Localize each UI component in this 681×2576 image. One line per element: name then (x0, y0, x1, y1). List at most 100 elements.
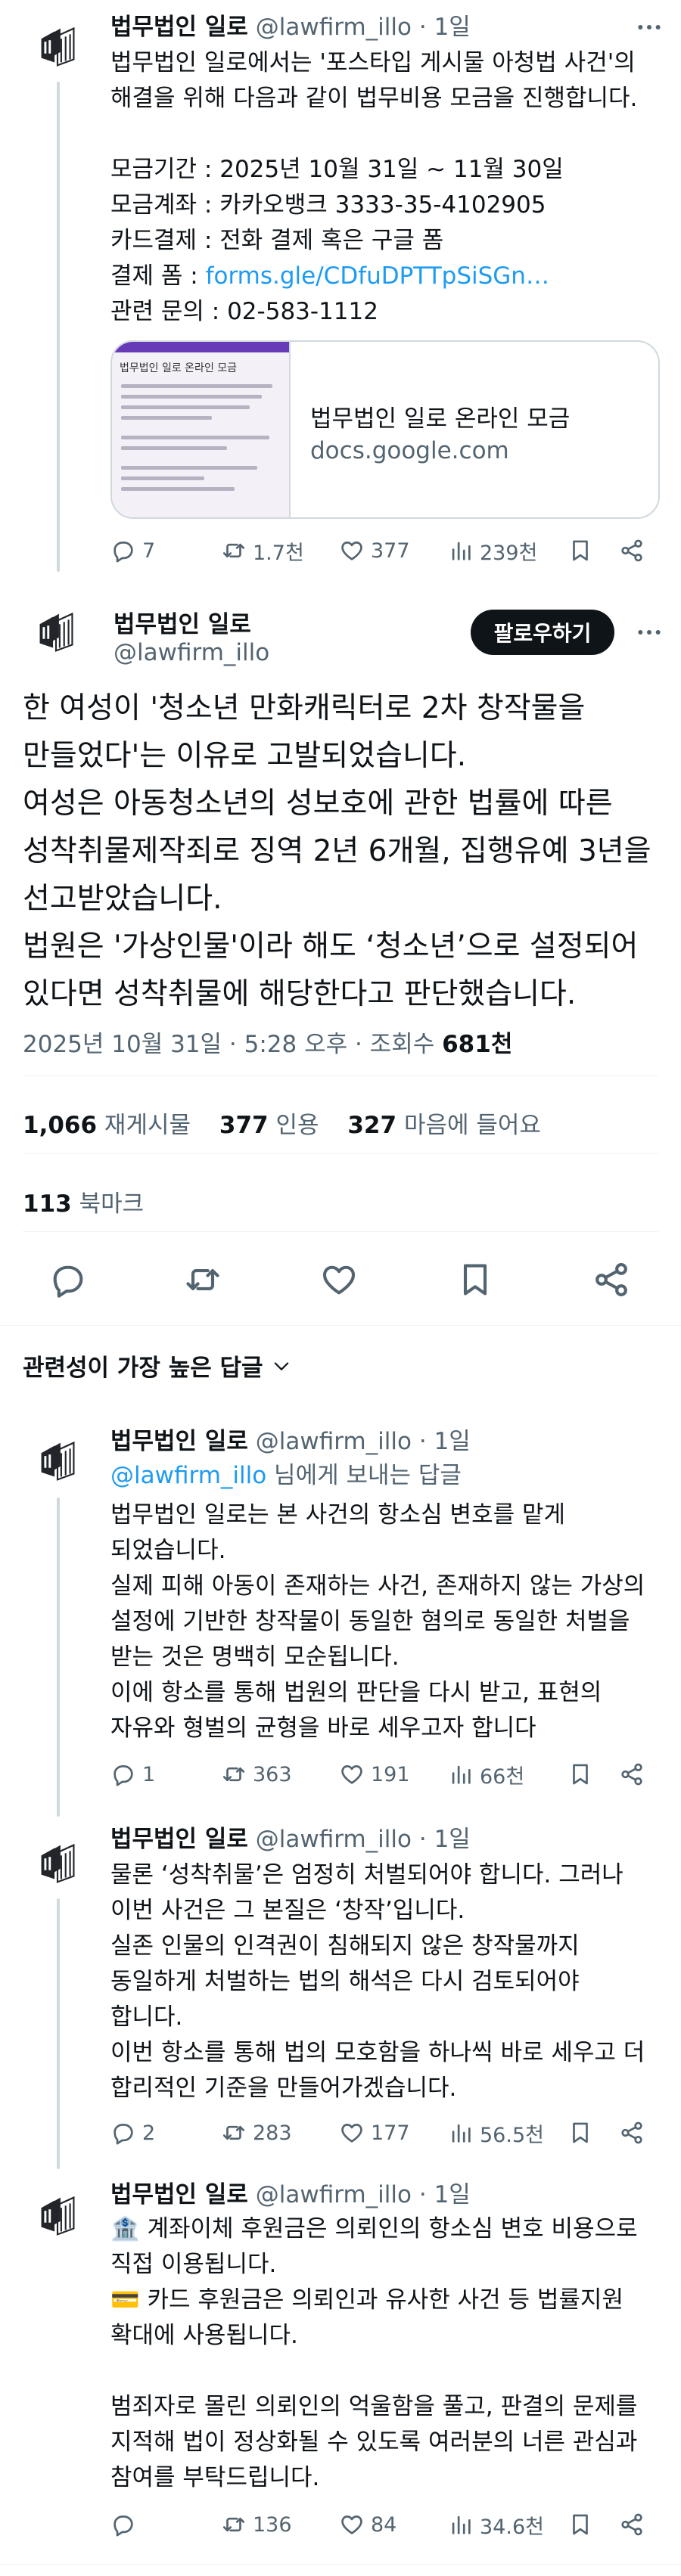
text-line: 범죄자로 몰린 의뢰인의 억울함을 풀고, 판결의 문제를 (110, 2393, 638, 2420)
share-icon (619, 1761, 645, 1787)
reply-to-suffix: 님에게 보내는 답글 (266, 1462, 462, 1489)
repost-count: 283 (253, 2121, 292, 2145)
author-handle[interactable]: @lawfirm_illo (256, 14, 412, 41)
bookmark-icon (456, 1260, 495, 1299)
timestamp-text: 2025년 10월 31일 · 5:28 오후 · 조회수 (23, 1031, 443, 1058)
tweet-timestamp[interactable]: 2025년 10월 31일 · 5:28 오후 · 조회수 681천 (23, 1025, 512, 1059)
reply-to-handle[interactable]: @lawfirm_illo (110, 1462, 266, 1489)
thumb-line (121, 487, 235, 491)
author-handle[interactable]: @lawfirm_illo (256, 1428, 412, 1455)
heart-icon (339, 538, 365, 563)
views-button[interactable]: 56.5천 (448, 2116, 544, 2149)
repost-button[interactable] (183, 1260, 222, 1299)
heart-icon (319, 1260, 359, 1299)
sort-label: 관련성이 가장 높은 답글 (23, 1355, 263, 1382)
main-action-bar (0, 1255, 681, 1304)
avatar[interactable] (26, 602, 86, 661)
share-icon (592, 1260, 631, 1299)
repost-count: 136 (253, 2512, 292, 2537)
text-line: 실존 인물의 인격권이 침해되지 않은 창작물까지 (110, 1932, 580, 1960)
share-button[interactable] (619, 534, 645, 567)
bookmark-button[interactable] (568, 534, 593, 567)
share-icon (619, 2512, 645, 2537)
tweet-text: 법무법인 일로에서는 '포스타입 게시물 아청법 사건'의 해결을 위해 다음과… (110, 45, 658, 330)
repost-count: 1.7천 (253, 541, 304, 565)
author-handle[interactable]: @lawfirm_illo (256, 2181, 412, 2208)
avatar[interactable] (28, 2186, 87, 2245)
views-button[interactable]: 34.6천 (448, 2508, 544, 2541)
follow-button[interactable]: 팔로우하기 (471, 610, 614, 655)
likes-stat[interactable]: 327 마음에 들어요 (347, 1112, 541, 1139)
repost-button[interactable]: 1.7천 (221, 534, 304, 567)
views-button[interactable]: 239천 (448, 534, 537, 567)
like-button[interactable]: 191 (339, 1758, 410, 1791)
tweet-time[interactable]: 1일 (434, 1428, 471, 1455)
author-name[interactable]: 법무법인 일로 (110, 1428, 248, 1455)
separator-dot: · (418, 1428, 427, 1455)
avatar[interactable] (28, 1431, 87, 1490)
share-button[interactable] (619, 1758, 645, 1791)
like-button[interactable]: 177 (339, 2116, 410, 2149)
speech-bubble-icon (48, 1260, 88, 1299)
like-button[interactable]: 84 (339, 2508, 396, 2541)
like-button[interactable] (319, 1260, 359, 1299)
avatar[interactable] (28, 1833, 87, 1892)
repost-button[interactable]: 136 (221, 2508, 292, 2541)
repost-button[interactable]: 363 (221, 1758, 292, 1791)
bookmark-button[interactable] (568, 2116, 593, 2149)
reply-button[interactable]: 7 (110, 534, 155, 567)
tweet-time[interactable]: 1일 (434, 1826, 471, 1853)
bookmark-button[interactable] (456, 1260, 495, 1299)
bar-chart-icon (448, 2120, 474, 2146)
author-name[interactable]: 법무법인 일로 (110, 2181, 248, 2208)
bar-chart-icon (448, 2512, 474, 2537)
author-handle[interactable]: @lawfirm_illo (114, 639, 269, 666)
text-line: 직접 이용됩니다. (110, 2251, 277, 2278)
bookmark-button[interactable] (568, 2508, 593, 2541)
author-name[interactable]: 법무법인 일로 (110, 14, 248, 41)
likes-label: 마음에 들어요 (403, 1112, 541, 1139)
reply-button[interactable] (48, 1260, 88, 1299)
reply-sort-dropdown[interactable]: 관련성이 가장 높은 답글 (23, 1349, 292, 1383)
text-line: 해결을 위해 다음과 같이 법무비용 모금을 진행합니다. (110, 85, 638, 112)
more-dots-icon[interactable] (634, 12, 664, 42)
separator-dot: · (418, 1826, 427, 1853)
reply-button[interactable] (110, 2508, 136, 2541)
action-bar: 136 84 34.6천 (110, 2508, 651, 2541)
tweet-header: 법무법인 일로 @lawfirm_illo · 1일 (110, 1823, 651, 1856)
tweet-time[interactable]: 1일 (434, 14, 471, 41)
tweet-time[interactable]: 1일 (434, 2181, 471, 2208)
reposts-stat[interactable]: 1,066 재게시물 (23, 1112, 191, 1139)
speech-bubble-icon (110, 2120, 136, 2146)
action-bar: 2 283 177 56.5천 (110, 2116, 651, 2149)
bookmark-button[interactable] (568, 1758, 593, 1791)
text-line: 실제 피해 아동이 존재하는 사건, 존재하지 않는 가상의 (110, 1572, 645, 1600)
share-button[interactable] (619, 2508, 645, 2541)
more-dots-icon[interactable] (634, 617, 664, 647)
avatar[interactable] (28, 17, 87, 76)
text-line: 법무법인 일로는 본 사건의 항소심 변호를 맡게 (110, 1501, 566, 1529)
author-name[interactable]: 법무법인 일로 (110, 1826, 248, 1853)
form-link[interactable]: forms.gle/CDfuDPTTpSiSGn… (206, 262, 549, 290)
repost-button[interactable]: 283 (221, 2116, 292, 2149)
reply-button[interactable]: 2 (110, 2116, 155, 2149)
share-button[interactable] (619, 2116, 645, 2149)
like-button[interactable]: 377 (339, 534, 410, 567)
bookmarks-count: 113 (23, 1190, 72, 1218)
link-card[interactable]: 법무법인 일로 온라인 모금 법무법인 일로 온라인 모금 docs.googl… (110, 340, 660, 519)
share-button[interactable] (592, 1260, 631, 1299)
quotes-stat[interactable]: 377 인용 (219, 1112, 319, 1139)
bookmarks-stat[interactable]: 113 북마크 (23, 1184, 144, 1218)
author-name[interactable]: 법무법인 일로 (114, 605, 251, 639)
views-button[interactable]: 66천 (448, 1758, 524, 1791)
reply-button[interactable]: 1 (110, 1758, 155, 1791)
text-line: 여성은 아동청소년의 성보호에 관한 법률에 따른 (23, 787, 613, 821)
divider (0, 2564, 681, 2565)
author-handle[interactable]: @lawfirm_illo (256, 1826, 412, 1853)
reposts-count: 1,066 (23, 1112, 98, 1139)
bar-chart-icon (448, 538, 474, 563)
thumb-line (121, 395, 262, 399)
text-line: 💳 카드 후원금은 의뢰인과 유사한 사건 등 법률지원 (110, 2286, 623, 2314)
like-count: 177 (371, 2121, 410, 2145)
thumb-title: 법무법인 일로 온라인 모금 (120, 362, 238, 374)
